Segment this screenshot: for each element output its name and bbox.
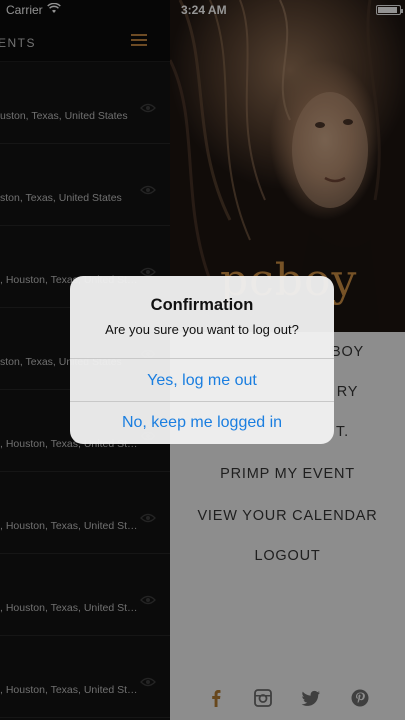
alert-message: Are you sure you want to log out? — [105, 322, 299, 337]
confirm-logout-button[interactable]: Yes, log me out — [70, 372, 334, 390]
cancel-logout-button[interactable]: No, keep me logged in — [70, 414, 334, 432]
alert-title: Confirmation — [150, 296, 254, 314]
alert-separator — [70, 358, 334, 359]
logout-confirmation-alert: Confirmation Are you sure you want to lo… — [70, 276, 334, 444]
alert-separator — [70, 401, 334, 402]
